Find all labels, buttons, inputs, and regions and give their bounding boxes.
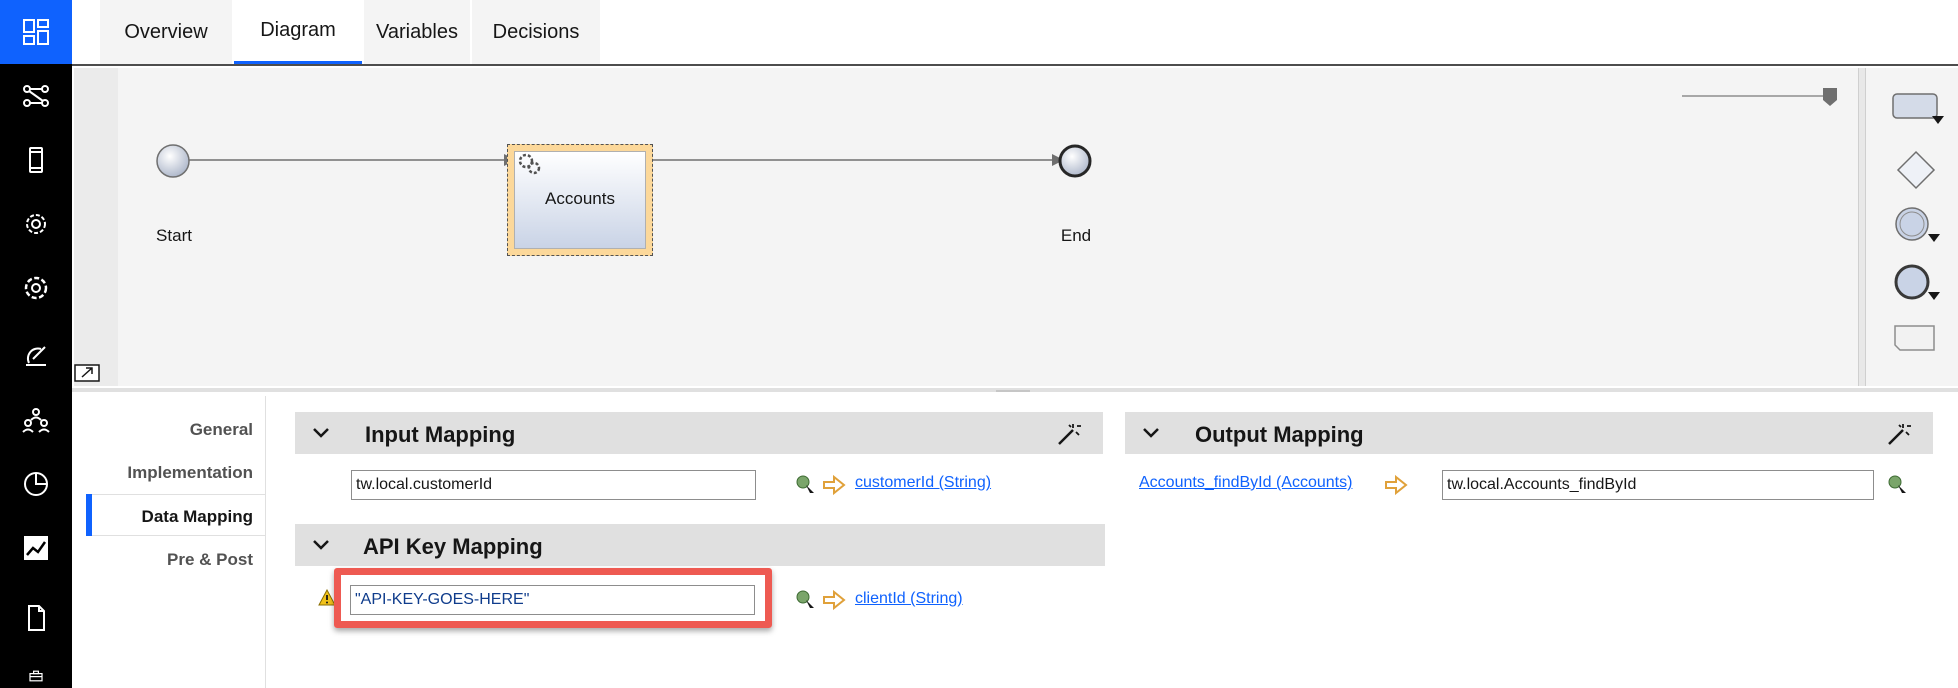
end-event-tool-icon[interactable] xyxy=(1892,262,1942,306)
output-mapping-title: Output Mapping xyxy=(1195,422,1364,447)
nav-pre-post[interactable]: Pre & Post xyxy=(167,550,253,570)
auto-map-wand-icon[interactable] xyxy=(1055,420,1083,448)
input-mapping-title: Input Mapping xyxy=(365,422,516,447)
input-customerid-link[interactable]: customerId (String) xyxy=(855,474,991,492)
variable-picker-icon[interactable] xyxy=(794,588,818,612)
tab-decisions[interactable]: Decisions xyxy=(472,0,600,64)
workflow-icon[interactable] xyxy=(0,64,72,128)
nav-implementation[interactable]: Implementation xyxy=(127,463,253,483)
gateway-tool-icon[interactable] xyxy=(1894,148,1938,192)
toolbox-icon[interactable] xyxy=(0,650,72,688)
input-mapping-header[interactable]: Input Mapping xyxy=(295,412,1103,454)
chevron-down-icon[interactable] xyxy=(309,421,333,445)
end-event[interactable] xyxy=(1056,142,1094,180)
tab-overview[interactable]: Overview xyxy=(100,0,232,64)
map-arrow-icon xyxy=(823,589,846,611)
api-key-mapping-title: API Key Mapping xyxy=(363,534,543,559)
panel-splitter-grip[interactable] xyxy=(996,390,1030,392)
activity-tool-icon[interactable] xyxy=(1890,90,1946,130)
note-tool-icon[interactable] xyxy=(1892,322,1938,356)
auto-map-wand-icon[interactable] xyxy=(1885,420,1913,448)
automation-settings-icon[interactable] xyxy=(0,192,72,256)
document-icon[interactable] xyxy=(0,586,72,650)
variable-picker-icon[interactable] xyxy=(1886,473,1910,497)
nav-data-mapping[interactable]: Data Mapping xyxy=(142,507,253,527)
output-accounts-link[interactable]: Accounts_findById (Accounts) xyxy=(1139,474,1352,492)
trend-chart-icon[interactable] xyxy=(0,516,72,580)
chevron-down-icon[interactable] xyxy=(309,533,333,557)
accounts-task[interactable]: Accounts xyxy=(507,144,653,256)
pie-chart-icon[interactable] xyxy=(0,452,72,516)
service-task-gear-icon xyxy=(518,153,541,175)
start-event[interactable] xyxy=(154,142,192,180)
variable-picker-icon[interactable] xyxy=(794,473,818,497)
map-arrow-icon xyxy=(823,474,846,496)
canvas-palette-splitter[interactable] xyxy=(1858,68,1866,386)
properties-nav: General Implementation Data Mapping Pre … xyxy=(72,396,266,688)
satellite-icon[interactable] xyxy=(0,324,72,388)
start-label: Start xyxy=(156,226,192,245)
output-mapping-header[interactable]: Output Mapping xyxy=(1125,412,1933,454)
api-clientid-link[interactable]: clientId (String) xyxy=(855,590,963,608)
users-icon[interactable] xyxy=(0,388,72,452)
diagram-canvas[interactable]: Start Accounts End xyxy=(72,64,1958,392)
api-key-mapping-header[interactable]: API Key Mapping xyxy=(295,524,1105,566)
map-arrow-icon xyxy=(1385,474,1408,496)
chevron-down-icon[interactable] xyxy=(1139,421,1163,445)
nav-general[interactable]: General xyxy=(190,420,253,440)
left-navigation-rail xyxy=(0,0,72,688)
sequence-flows xyxy=(176,154,1064,166)
settings-icon[interactable] xyxy=(0,256,72,320)
end-label: End xyxy=(1060,226,1092,245)
output-mapping-field[interactable] xyxy=(1442,470,1874,500)
accounts-task-label: Accounts xyxy=(545,189,615,208)
input-mapping-field[interactable] xyxy=(351,470,756,500)
mobile-icon[interactable] xyxy=(0,128,72,192)
tab-bar: Overview Diagram Variables Decisions xyxy=(72,0,1958,64)
intermediate-event-tool-icon[interactable] xyxy=(1892,204,1942,248)
api-key-field[interactable] xyxy=(350,585,755,615)
tab-variables[interactable]: Variables xyxy=(364,0,470,64)
dashboard-icon[interactable] xyxy=(0,0,72,64)
tab-diagram[interactable]: Diagram xyxy=(234,0,362,64)
